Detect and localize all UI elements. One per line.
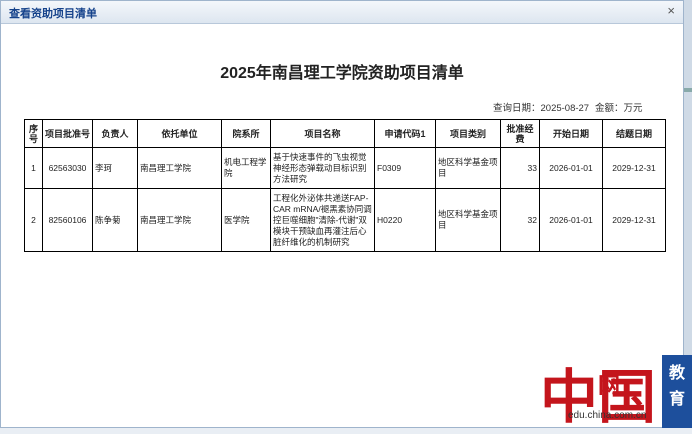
column-header: 批准经费 [500,119,540,148]
education-badge: 教育 [662,355,692,428]
dialog-titlebar: 查看资助项目清单 × [1,1,683,24]
column-header: 结题日期 [602,119,666,148]
china-net-watermark: 中国 网 edu.china.com.cn [540,350,658,431]
column-header: 项目批准号 [42,119,93,148]
column-header: 项目类别 [435,119,501,148]
cell-department: 医学院 [221,188,271,252]
cell-approval-no: 82560106 [42,188,93,252]
column-header: 依托单位 [137,119,222,148]
column-header: 院系所 [221,119,271,148]
close-icon[interactable]: × [667,3,675,18]
watermark-net-text: 网 [598,373,621,398]
background-window-mark [684,88,692,92]
cell-start-date: 2026-01-01 [539,188,603,252]
page-title: 2025年南昌理工学院资助项目清单 [220,65,464,82]
cell-leader: 李珂 [92,147,138,189]
table-row: 2 82560106 陈争菊 南昌理工学院 医学院 工程化外泌体共递送FAP-C… [24,188,666,252]
watermark-url: edu.china.com.cn [568,410,647,421]
amount-unit: 金额：万元 [595,103,643,114]
column-header: 开始日期 [539,119,603,148]
cell-funding: 33 [500,147,540,189]
column-header: 申请代码1 [374,119,436,148]
cell-department: 机电工程学院 [221,147,271,189]
column-header: 负责人 [92,119,138,148]
cell-end-date: 2029-12-31 [602,188,666,252]
cell-start-date: 2026-01-01 [539,147,603,189]
project-table: 序号 项目批准号 负责人 依托单位 院系所 项目名称 申请代码1 项目类别 批准… [24,119,666,252]
cell-index: 1 [24,147,43,189]
cell-institution: 南昌理工学院 [137,188,222,252]
cell-institution: 南昌理工学院 [137,147,222,189]
cell-index: 2 [24,188,43,252]
cell-leader: 陈争菊 [92,188,138,252]
cell-project-name: 基于快速事件的飞虫视觉神经形态弹载动目标识别方法研究 [270,147,375,189]
table-row: 1 62563030 李珂 南昌理工学院 机电工程学院 基于快速事件的飞虫视觉神… [24,147,666,189]
cell-code: H0220 [374,188,436,252]
column-header: 序号 [24,119,43,148]
table-header-row: 序号 项目批准号 负责人 依托单位 院系所 项目名称 申请代码1 项目类别 批准… [24,119,666,148]
column-header: 项目名称 [270,119,375,148]
dialog-title: 查看资助项目清单 [9,8,97,20]
query-date: 查询日期：2025-08-27 [493,103,590,114]
cell-code: F0309 [374,147,436,189]
cell-category: 地区科学基金项目 [435,147,501,189]
cell-category: 地区科学基金项目 [435,188,501,252]
cell-approval-no: 62563030 [42,147,93,189]
cell-end-date: 2029-12-31 [602,147,666,189]
cell-project-name: 工程化外泌体共递送FAP-CAR mRNA/褪黑素协同调控巨噬细胞"清除-代谢"… [270,188,375,252]
cell-funding: 32 [500,188,540,252]
